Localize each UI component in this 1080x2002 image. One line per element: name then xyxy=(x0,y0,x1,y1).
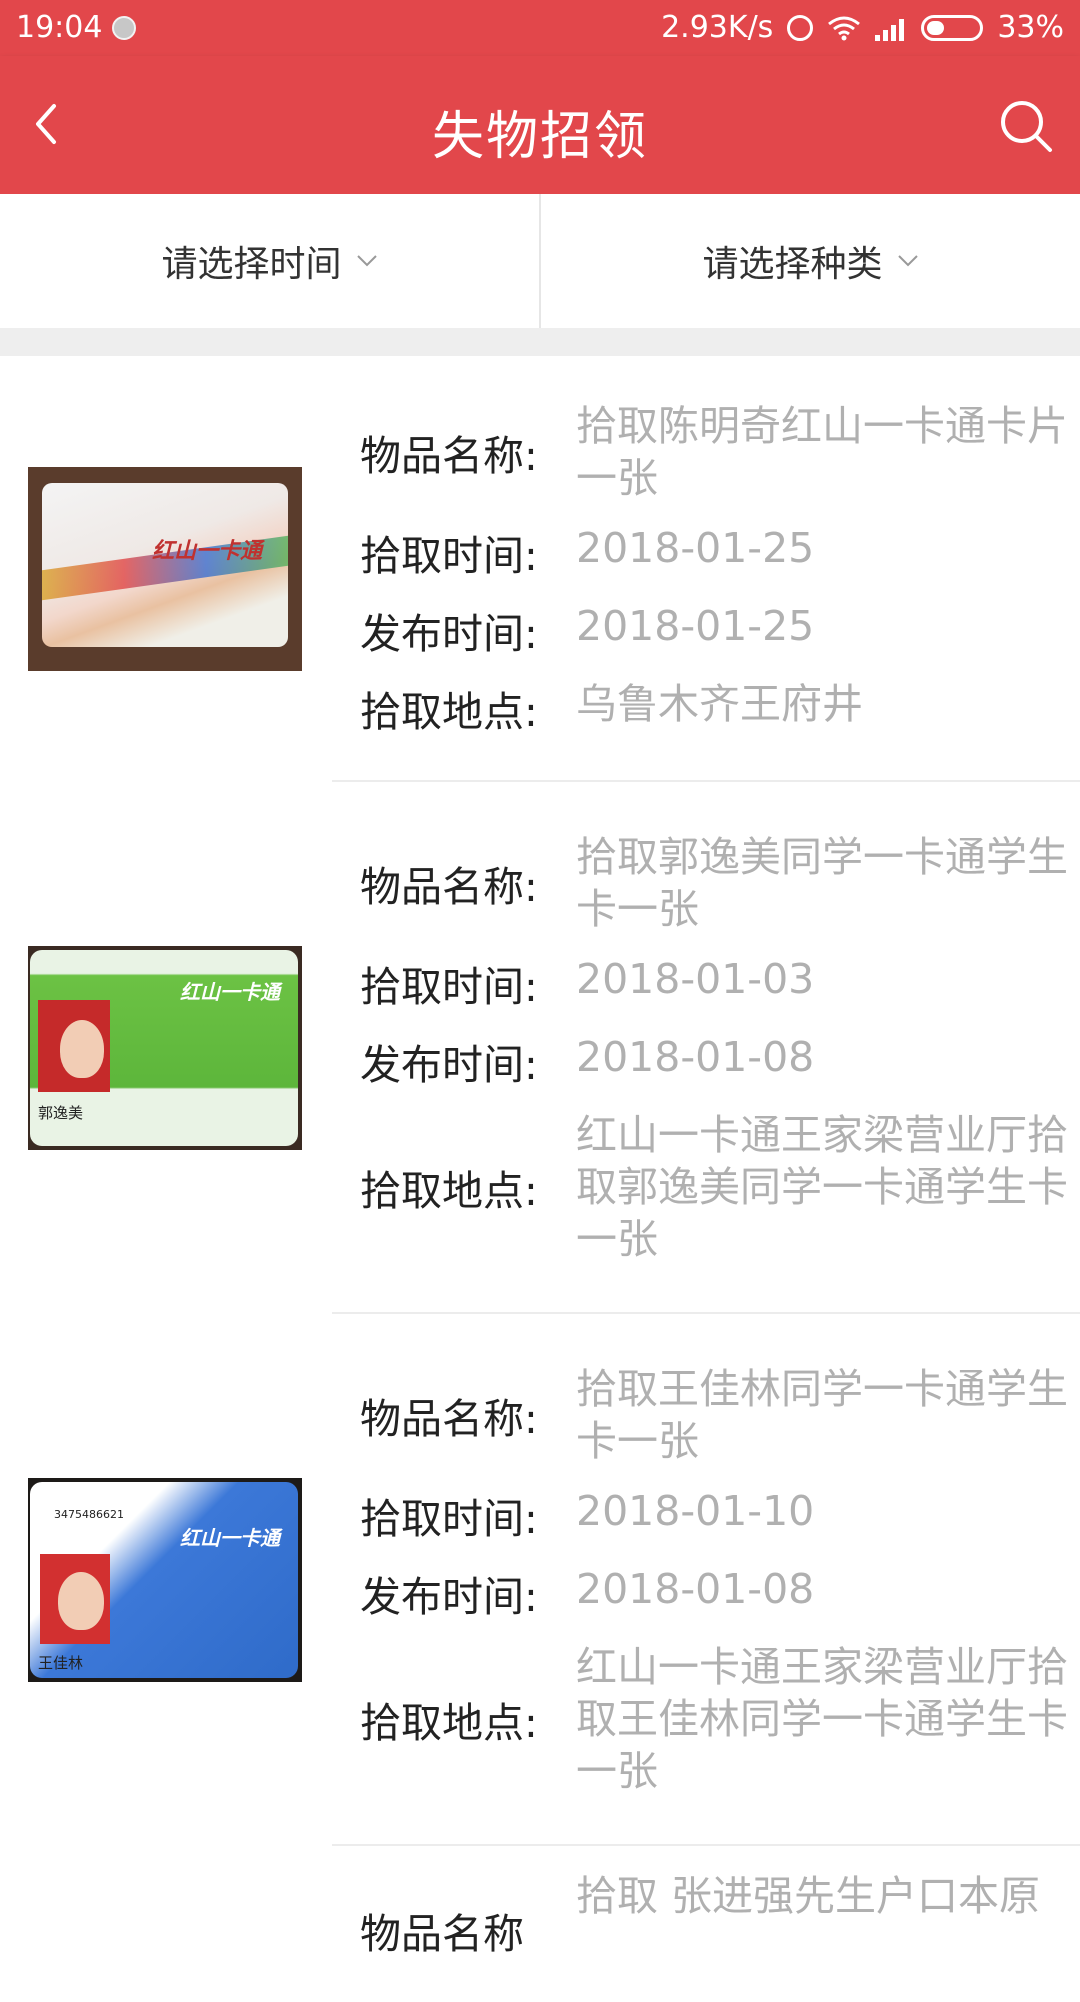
field-label-location: 拾取地点: xyxy=(360,688,538,736)
item-name: 拾取陈明奇红山一卡通卡片一张 xyxy=(576,402,1068,502)
card-logo-text: 红山一卡通 xyxy=(180,980,280,1004)
list-item[interactable]: 红山一卡通 郭逸美 物品名称: 拾取郭逸美同学一卡通学生卡一张 拾取时间: 20… xyxy=(0,782,1080,1314)
field-label-publish-time: 发布时间: xyxy=(360,1041,538,1089)
lost-found-list: 红山一卡通 物品名称: 拾取陈明奇红山一卡通卡片一张 拾取时间: 2018-01… xyxy=(0,356,1080,1966)
item-publish-time: 2018-01-25 xyxy=(576,602,815,650)
item-publish-time: 2018-01-08 xyxy=(576,1033,815,1081)
card-holder-name: 王佳林 xyxy=(38,1654,84,1672)
list-item[interactable]: 3475486621 红山一卡通 王佳林 物品名称: 拾取王佳林同学一卡通学生卡… xyxy=(0,1314,1080,1846)
alarm-icon xyxy=(787,14,814,41)
field-label-found-time: 拾取时间: xyxy=(360,963,538,1011)
card-logo-text: 红山一卡通 xyxy=(180,1526,280,1550)
battery-percent: 33% xyxy=(997,10,1064,45)
chevron-down-icon xyxy=(897,255,918,267)
item-fields: 物品名称 拾取 张进强先生户口本原 xyxy=(360,1846,1080,2002)
filter-time-dropdown[interactable]: 请选择时间 xyxy=(0,194,539,328)
app-header: 失物招领 xyxy=(0,56,1080,194)
item-location: 红山一卡通王家梁营业厅拾取郭逸美同学一卡通学生卡一张 xyxy=(576,1111,1068,1263)
field-label-publish-time: 发布时间: xyxy=(360,610,538,658)
item-location: 乌鲁木齐王府井 xyxy=(576,680,863,728)
card-number: 3475486621 xyxy=(54,1508,124,1521)
item-found-time: 2018-01-10 xyxy=(576,1487,815,1535)
item-photo-card: 红山一卡通 xyxy=(28,467,302,671)
status-bar: 19:04 2.93K/s 33% xyxy=(0,0,1080,56)
wifi-icon xyxy=(828,16,861,40)
field-label-location: 拾取地点: xyxy=(360,1167,538,1215)
item-fields: 物品名称: 拾取郭逸美同学一卡通学生卡一张 拾取时间: 2018-01-03 发… xyxy=(360,789,1080,1307)
filter-category-label: 请选择种类 xyxy=(702,244,883,285)
chevron-down-icon xyxy=(356,255,377,267)
notification-icon xyxy=(112,16,136,40)
list-item[interactable]: 物品名称 拾取 张进强先生户口本原 xyxy=(0,1846,1080,1966)
battery-icon xyxy=(921,14,984,41)
field-label-name: 物品名称 xyxy=(360,1910,524,1958)
item-name: 拾取郭逸美同学一卡通学生卡一张 xyxy=(576,833,1068,933)
search-icon xyxy=(1001,101,1052,152)
status-time: 19:04 xyxy=(16,10,103,45)
field-label-name: 物品名称: xyxy=(360,1395,538,1443)
filter-time-label: 请选择时间 xyxy=(161,244,342,285)
item-photo-card: 3475486621 红山一卡通 王佳林 xyxy=(28,1478,302,1682)
item-photo-card: 红山一卡通 郭逸美 xyxy=(28,946,302,1150)
field-label-found-time: 拾取时间: xyxy=(360,532,538,580)
item-found-time: 2018-01-25 xyxy=(576,524,815,572)
network-speed: 2.93K/s xyxy=(661,10,774,45)
filter-category-dropdown[interactable]: 请选择种类 xyxy=(539,194,1080,328)
item-location: 红山一卡通王家梁营业厅拾取王佳林同学一卡通学生卡一张 xyxy=(576,1643,1068,1795)
filter-bar: 请选择时间 请选择种类 xyxy=(0,194,1080,328)
section-divider xyxy=(0,328,1080,356)
battery-fill xyxy=(927,20,945,35)
item-found-time: 2018-01-03 xyxy=(576,955,815,1003)
card-logo-text: 红山一卡通 xyxy=(152,539,263,564)
signal-icon xyxy=(875,15,907,41)
field-label-name: 物品名称: xyxy=(360,432,538,480)
list-item[interactable]: 红山一卡通 物品名称: 拾取陈明奇红山一卡通卡片一张 拾取时间: 2018-01… xyxy=(0,356,1080,782)
page-title: 失物招领 xyxy=(431,107,648,167)
card-portrait xyxy=(40,1554,110,1644)
field-label-publish-time: 发布时间: xyxy=(360,1573,538,1621)
item-publish-time: 2018-01-08 xyxy=(576,1565,815,1613)
item-name: 拾取王佳林同学一卡通学生卡一张 xyxy=(576,1365,1068,1465)
item-fields: 物品名称: 拾取陈明奇红山一卡通卡片一张 拾取时间: 2018-01-25 发布… xyxy=(360,358,1080,780)
field-label-name: 物品名称: xyxy=(360,863,538,911)
item-name: 拾取 张进强先生户口本原 xyxy=(576,1872,1041,1920)
field-label-location: 拾取地点: xyxy=(360,1699,538,1747)
status-right-group: 2.93K/s 33% xyxy=(647,10,1064,45)
search-button[interactable] xyxy=(994,94,1058,158)
item-photo-placeholder xyxy=(28,1846,302,1856)
item-fields: 物品名称: 拾取王佳林同学一卡通学生卡一张 拾取时间: 2018-01-10 发… xyxy=(360,1321,1080,1839)
card-holder-name: 郭逸美 xyxy=(38,1104,84,1122)
field-label-found-time: 拾取时间: xyxy=(360,1495,538,1543)
card-portrait xyxy=(38,1000,110,1092)
